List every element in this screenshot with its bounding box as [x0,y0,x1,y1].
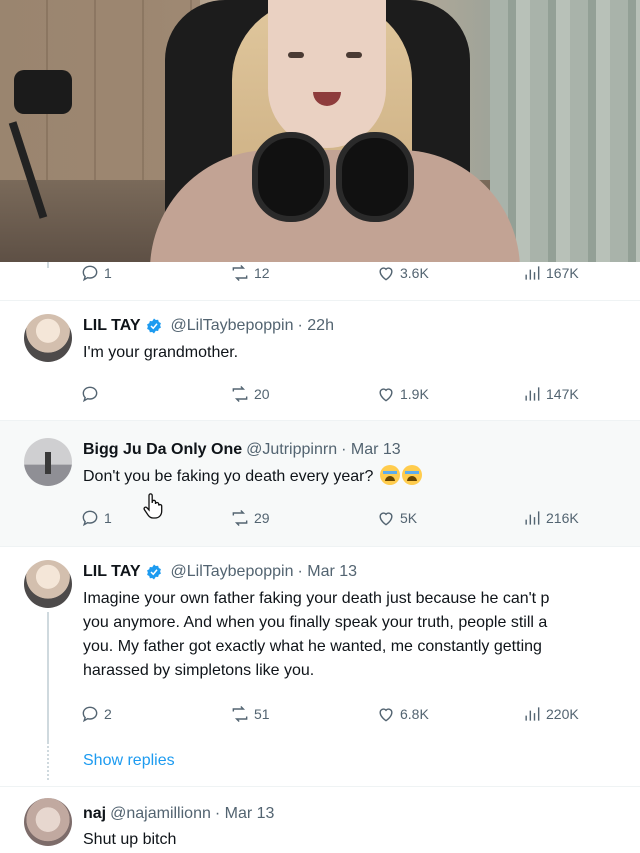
reply-button[interactable]: 1 [80,262,112,284]
tweet-divider [0,546,640,547]
tweet-actions: 20 1.9K 147K [0,383,640,407]
like-button[interactable]: 3.6K [376,262,429,284]
verified-badge-icon [146,564,161,580]
display-name[interactable]: LIL TAY [83,316,141,336]
avatar[interactable] [24,314,72,362]
views-icon [525,266,540,280]
tweet-actions: 2 51 6.8K 220K [0,703,640,727]
show-replies-link[interactable]: Show replies [83,752,175,770]
views-icon [525,511,540,525]
thread-dots [47,746,49,780]
like-icon [379,388,393,402]
like-button[interactable]: 6.8K [376,703,429,725]
views-button[interactable]: 216K [522,507,579,529]
verified-badge-icon [146,318,161,334]
repost-icon [232,705,248,723]
streamer-face [268,0,386,148]
tweet-actions: 1 12 3.6K 167K [0,262,640,286]
repost-icon [232,509,248,527]
handle[interactable]: @LilTaybepoppin [171,562,294,582]
avatar[interactable] [24,798,72,846]
like-icon [379,708,393,722]
display-name[interactable]: naj [83,804,106,824]
like-icon [379,512,393,526]
tweet-header: LIL TAY @LilTaybepoppin · Mar 13 [83,562,357,582]
crying-emoji-icon [379,465,400,485]
background-curtain [490,0,640,262]
tweet-actions: 1 29 5K 216K [0,507,640,531]
timestamp[interactable]: · Mar 13 [341,440,401,460]
tweet-text: I'm your grandmother. [83,344,239,361]
reply-thread: 1 12 3.6K 167K LIL TAY @LilTaybepoppin ·… [0,262,640,853]
like-icon [379,267,393,281]
tweet-header: naj @najamillionn · Mar 13 [83,804,274,824]
views-icon [525,387,540,401]
views-button[interactable]: 147K [522,383,579,405]
reply-icon [82,386,98,403]
avatar[interactable] [24,438,72,486]
crying-emoji-icon [401,465,422,485]
tweet-text: Shut up bitch [83,831,177,848]
reply-icon [82,510,98,527]
headphones-right [336,132,414,222]
repost-button[interactable]: 29 [230,507,270,529]
tweet-divider [0,786,640,787]
tweet-divider [0,300,640,301]
tweet-text: Don't you be faking yo death every year? [83,465,422,489]
handle[interactable]: @Jutrippinrn [246,440,337,460]
reply-icon [82,706,98,723]
repost-button[interactable]: 20 [230,383,270,405]
timestamp[interactable]: · 22h [298,316,334,336]
display-name[interactable]: Bigg Ju Da Only One [83,440,242,460]
exercise-equipment [6,60,76,219]
eye [288,52,304,58]
views-button[interactable]: 220K [522,703,579,725]
tweet-header: Bigg Ju Da Only One @Jutrippinrn · Mar 1… [83,440,401,460]
reply-button[interactable]: 2 [80,703,112,725]
repost-icon [232,385,248,403]
views-icon [525,707,540,721]
avatar[interactable] [24,560,72,608]
tweet-text: Imagine your own father faking your deat… [83,590,550,679]
timestamp[interactable]: · Mar 13 [215,804,275,824]
webcam-video [0,0,640,262]
reply-button[interactable]: 1 [80,507,112,529]
views-button[interactable]: 167K [522,262,579,284]
repost-button[interactable]: 12 [230,262,270,284]
handle[interactable]: @LilTaybepoppin [171,316,294,336]
reply-button[interactable] [80,383,100,405]
repost-icon [232,264,248,282]
reply-icon [82,265,98,282]
display-name[interactable]: LIL TAY [83,562,141,582]
like-button[interactable]: 1.9K [376,383,429,405]
handle[interactable]: @najamillionn [110,804,211,824]
like-button[interactable]: 5K [376,507,417,529]
hand-cursor-icon [143,493,163,519]
tweet-header: LIL TAY @LilTaybepoppin · 22h [83,316,334,336]
timestamp[interactable]: · Mar 13 [298,562,358,582]
eye [346,52,362,58]
headphones-left [252,132,330,222]
repost-button[interactable]: 51 [230,703,270,725]
